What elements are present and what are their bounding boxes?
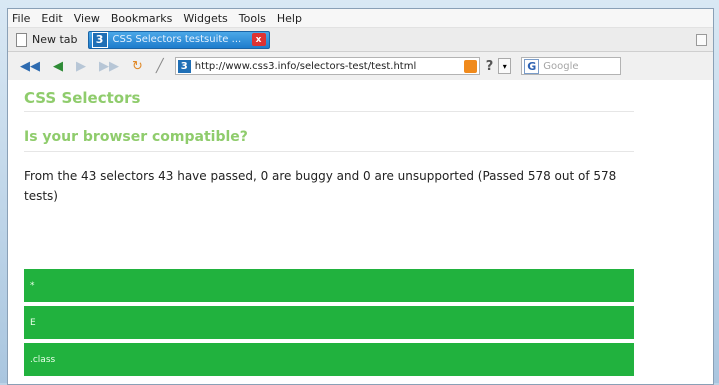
page-subtitle: Is your browser compatible? (24, 129, 248, 145)
search-input[interactable]: G Google (521, 57, 622, 75)
tab-bar: New tab 3 CSS Selectors testsuite ... x (8, 28, 713, 52)
page-content: CSS Selectors Is your browser compatible… (8, 80, 713, 384)
result-row-class: .class (24, 343, 634, 376)
google-icon: G (524, 58, 540, 74)
tab-css-selectors[interactable]: 3 CSS Selectors testsuite ... x (87, 30, 270, 49)
browser-window: File Edit View Bookmarks Widgets Tools H… (7, 8, 714, 385)
tab-scroll-button[interactable] (696, 34, 707, 46)
address-url[interactable]: http://www.css3.info/selectors-test/test… (195, 61, 464, 72)
results-summary: From the 43 selectors 43 have passed, 0 … (24, 169, 617, 203)
menu-view[interactable]: View (74, 12, 100, 25)
help-icon[interactable]: ? (486, 59, 494, 74)
edit-icon[interactable]: ╱ (156, 60, 164, 73)
tab-title: CSS Selectors testsuite ... (112, 34, 242, 45)
menu-edit[interactable]: Edit (41, 12, 62, 25)
rewind-icon[interactable]: ◀◀ (20, 60, 40, 73)
address-bar[interactable]: 3 http://www.css3.info/selectors-test/te… (174, 57, 480, 75)
menu-bar: File Edit View Bookmarks Widgets Tools H… (8, 9, 713, 28)
divider (24, 111, 634, 112)
results-list: * E .class (24, 269, 634, 380)
background-frame: File Edit View Bookmarks Widgets Tools H… (0, 0, 719, 385)
page-body: CSS Selectors Is your browser compatible… (24, 80, 634, 376)
fast-forward-icon[interactable]: ▶▶ (99, 60, 119, 73)
menu-widgets[interactable]: Widgets (183, 12, 227, 25)
page-title: CSS Selectors (24, 89, 141, 107)
site-logo-icon: 3 (91, 31, 108, 48)
tab-new-label: New tab (32, 33, 78, 46)
chevron-down-icon[interactable]: ▾ (498, 58, 512, 74)
back-icon[interactable]: ◀ (53, 60, 63, 73)
menu-help[interactable]: Help (277, 12, 302, 25)
rss-feed-icon[interactable] (463, 59, 477, 73)
page-icon (16, 32, 27, 47)
tab-new[interactable]: New tab (16, 32, 78, 47)
menu-file[interactable]: File (12, 12, 30, 25)
menu-bookmarks[interactable]: Bookmarks (111, 12, 172, 25)
result-row-universal: * (24, 269, 634, 302)
navigation-bar: ◀◀ ◀ ▶ ▶▶ ↻ ╱ 3 http://www.css3.info/sel… (8, 52, 713, 81)
site-favicon-icon: 3 (177, 59, 191, 73)
close-tab-icon[interactable]: x (251, 33, 266, 46)
search-placeholder: Google (543, 60, 579, 72)
forward-icon[interactable]: ▶ (76, 60, 86, 73)
menu-tools[interactable]: Tools (239, 12, 266, 25)
result-row-element: E (24, 306, 634, 339)
reload-icon[interactable]: ↻ (132, 60, 143, 73)
divider (24, 151, 634, 152)
